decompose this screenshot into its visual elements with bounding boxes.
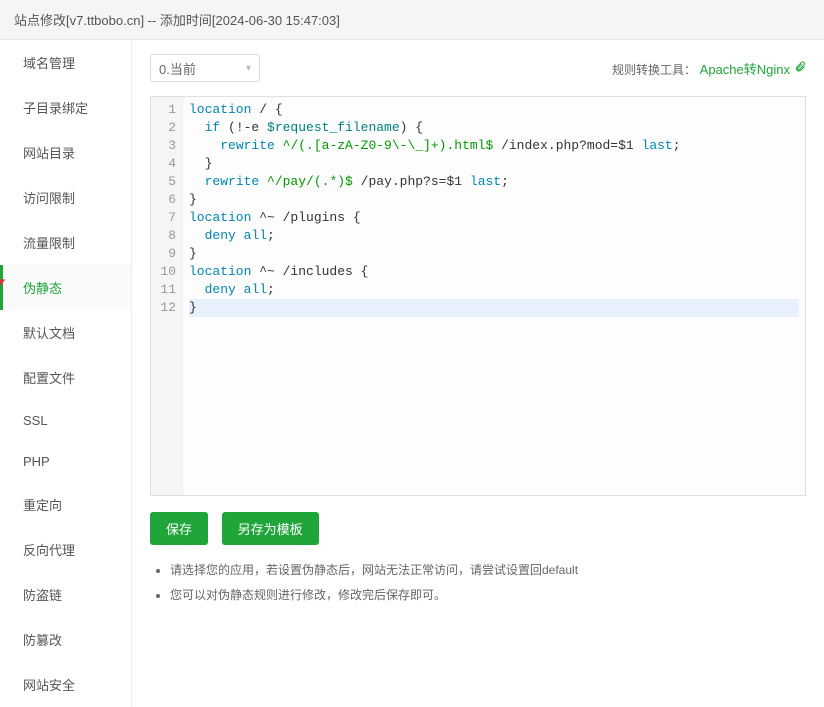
sidebar: 域名管理子目录绑定网站目录访问限制流量限制伪静态默认文档配置文件SSLPHP重定…	[0, 40, 132, 707]
sidebar-item-traffic[interactable]: 流量限制	[0, 220, 131, 265]
sidebar-item-ssl[interactable]: SSL	[0, 400, 131, 441]
sidebar-item-access[interactable]: 访问限制	[0, 175, 131, 220]
code-line[interactable]: deny all;	[189, 281, 799, 299]
line-number: 9	[151, 245, 176, 263]
note-item: 请选择您的应用，若设置伪静态后，网站无法正常访问，请尝试设置回default	[170, 561, 806, 578]
attachment-icon	[794, 61, 806, 76]
line-number: 5	[151, 173, 176, 191]
sidebar-item-sitedir[interactable]: 网站目录	[0, 130, 131, 175]
code-line[interactable]: if (!-e $request_filename) {	[189, 119, 799, 137]
sidebar-item-antileech[interactable]: 防盗链	[0, 572, 131, 617]
button-row: 保存 另存为模板	[150, 512, 806, 545]
code-line[interactable]: }	[189, 299, 799, 317]
select-value: 0.当前	[159, 59, 196, 78]
line-number: 11	[151, 281, 176, 299]
line-number: 4	[151, 155, 176, 173]
code-line[interactable]: location ^~ /includes {	[189, 263, 799, 281]
tool-label: 规则转换工具：	[612, 63, 696, 77]
sidebar-item-defaultdoc[interactable]: 默认文档	[0, 310, 131, 355]
line-number: 3	[151, 137, 176, 155]
line-number: 1	[151, 101, 176, 119]
code-area[interactable]: location / { if (!-e $request_filename) …	[183, 97, 805, 495]
code-line[interactable]: location ^~ /plugins {	[189, 209, 799, 227]
code-line[interactable]: rewrite ^/pay/(.*)$ /pay.php?s=$1 last;	[189, 173, 799, 191]
sidebar-item-subdir[interactable]: 子目录绑定	[0, 85, 131, 130]
line-number: 2	[151, 119, 176, 137]
code-line[interactable]: }	[189, 191, 799, 209]
main-panel: 0.当前 ▾ 规则转换工具： Apache转Nginx 123456789101…	[132, 40, 824, 707]
line-number: 10	[151, 263, 176, 281]
sidebar-item-tamper[interactable]: 防篡改	[0, 617, 131, 662]
sidebar-item-domain[interactable]: 域名管理	[0, 40, 131, 85]
line-number: 12	[151, 299, 176, 317]
tool-area: 规则转换工具： Apache转Nginx	[612, 59, 806, 78]
sidebar-item-config[interactable]: 配置文件	[0, 355, 131, 400]
apache-to-nginx-link[interactable]: Apache转Nginx	[700, 59, 806, 78]
line-number: 8	[151, 227, 176, 245]
sidebar-item-redirect[interactable]: 重定向	[0, 482, 131, 527]
code-editor[interactable]: 123456789101112 location / { if (!-e $re…	[150, 96, 806, 496]
code-line[interactable]: }	[189, 245, 799, 263]
sidebar-item-security[interactable]: 网站安全	[0, 662, 131, 707]
window-title: 站点修改[v7.ttbobo.cn] -- 添加时间[2024-06-30 15…	[14, 13, 340, 28]
code-line[interactable]: }	[189, 155, 799, 173]
code-line[interactable]: deny all;	[189, 227, 799, 245]
chevron-down-icon: ▾	[246, 63, 251, 74]
toolbar: 0.当前 ▾ 规则转换工具： Apache转Nginx	[150, 54, 806, 82]
sidebar-item-rewrite[interactable]: 伪静态	[0, 265, 131, 310]
note-item: 您可以对伪静态规则进行修改，修改完后保存即可。	[170, 586, 806, 603]
sidebar-item-php[interactable]: PHP	[0, 441, 131, 482]
save-template-button[interactable]: 另存为模板	[222, 512, 319, 545]
window-header: 站点修改[v7.ttbobo.cn] -- 添加时间[2024-06-30 15…	[0, 0, 824, 40]
template-select[interactable]: 0.当前 ▾	[150, 54, 260, 82]
line-number: 6	[151, 191, 176, 209]
sidebar-item-proxy[interactable]: 反向代理	[0, 527, 131, 572]
notes-list: 请选择您的应用，若设置伪静态后，网站无法正常访问，请尝试设置回default 您可…	[150, 561, 806, 603]
save-button[interactable]: 保存	[150, 512, 208, 545]
code-line[interactable]: location / {	[189, 101, 799, 119]
code-line[interactable]: rewrite ^/(.[a-zA-Z0-9\-\_]+).html$ /ind…	[189, 137, 799, 155]
line-number: 7	[151, 209, 176, 227]
pointer-arrow-icon	[0, 276, 9, 299]
line-gutter: 123456789101112	[151, 97, 183, 495]
